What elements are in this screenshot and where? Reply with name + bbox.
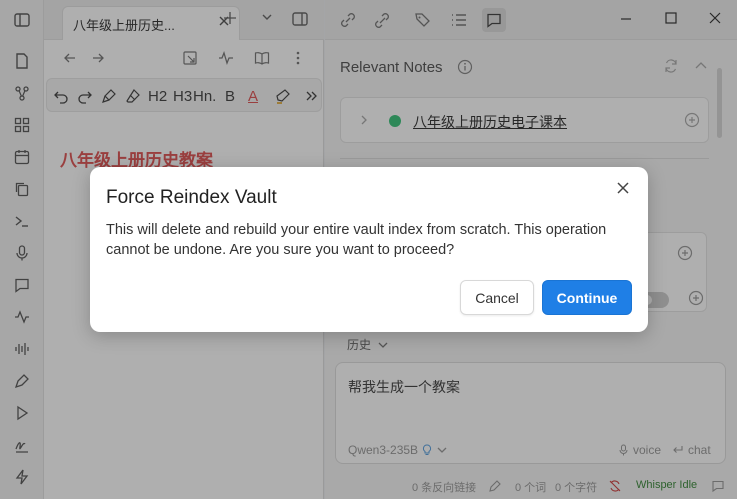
continue-button[interactable]: Continue [542,280,632,315]
dialog-title: Force Reindex Vault [106,187,277,208]
dialog-message: This will delete and rebuild your entire… [106,222,607,258]
close-icon[interactable] [614,179,632,197]
cancel-button[interactable]: Cancel [460,280,534,315]
force-reindex-dialog: Force Reindex Vault This will delete and… [90,167,648,332]
